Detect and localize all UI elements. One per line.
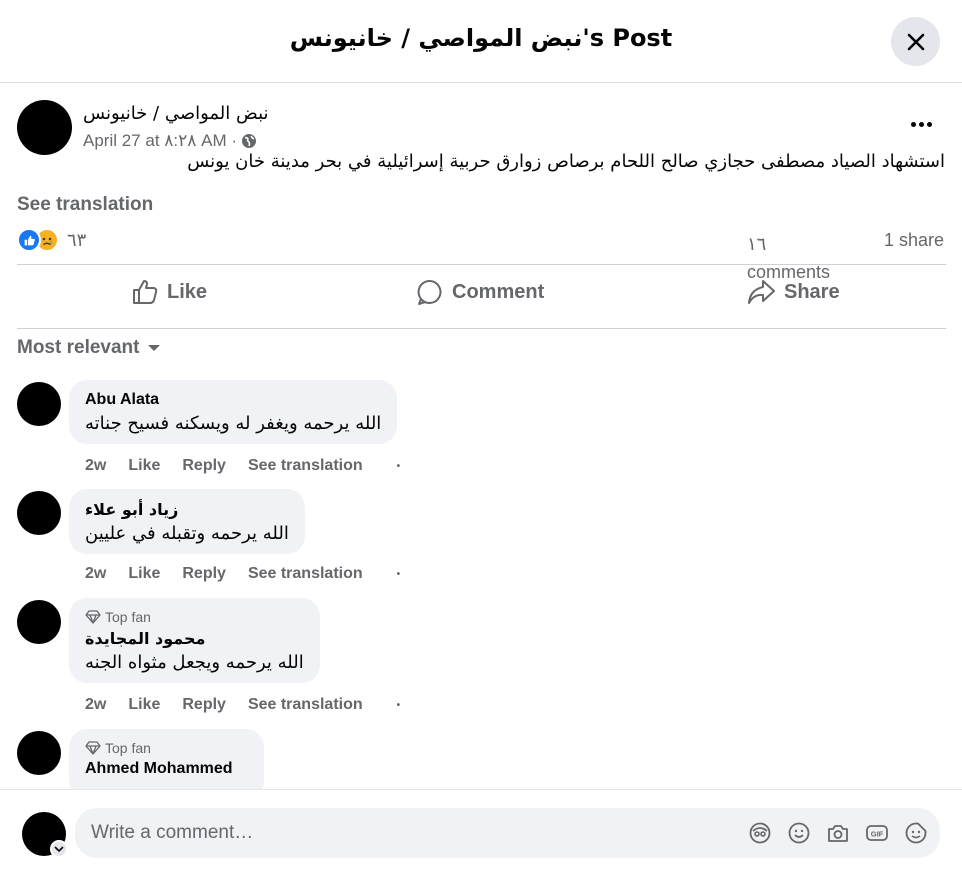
comment-text: الله يرحمه وتقبله في عليين [85,523,289,544]
comment-bubble: زياد أبو علاء الله يرحمه وتقبله في عليين [69,489,305,554]
comment-time[interactable]: 2w [85,565,106,583]
emoji-icon[interactable] [787,821,811,845]
post-text: استشهاد الصياد مصطفى حجازي صالح اللحام ب… [187,151,945,172]
diamond-icon [85,741,101,755]
top-fan-badge: Top fan [85,609,304,625]
comment-author[interactable]: Ahmed Mohammed [85,760,248,778]
svg-text:GIF: GIF [871,830,884,839]
comment-filter-dropdown[interactable]: Most relevant [17,337,161,359]
comment-time[interactable]: 2w [85,696,106,714]
share-icon [748,280,775,304]
separator-dot: • [396,568,401,580]
comment-actions: 2w Like Reply See translation • [85,565,422,583]
share-button[interactable]: Share [746,278,840,306]
comment-actions: 2w Like Reply See translation • [85,457,422,475]
comment-see-translation[interactable]: See translation [248,696,363,714]
comment-reply-button[interactable]: Reply [182,696,226,714]
comment-see-translation[interactable]: See translation [248,565,363,583]
like-button[interactable]: Like [131,278,207,306]
comment-like-button[interactable]: Like [128,457,160,475]
top-fan-badge: Top fan [85,740,248,756]
comment-input-box[interactable]: GIF [75,808,940,858]
comment-time[interactable]: 2w [85,457,106,475]
chevron-down-icon [148,345,161,351]
chevron-down-icon [54,846,64,853]
more-icon [910,121,916,127]
like-label: Like [167,280,208,303]
gif-icon[interactable]: GIF [865,821,889,845]
comment-author[interactable]: Abu Alata [85,391,381,409]
comment-see-translation[interactable]: See translation [248,457,363,475]
post-meta: April 27 at ٨:٢٨ AM · [83,131,257,151]
comment-bubble: Abu Alata الله يرحمه ويغفر له ويسكنه فسي… [69,380,398,444]
sticker-icon[interactable] [904,821,928,845]
like-reaction-icon [17,228,41,252]
comment-author[interactable]: زياد أبو علاء [85,500,289,519]
comment-filter-label: Most relevant [17,337,140,358]
dialog-header: نبض المواصي / خانيونس's Post [0,0,962,83]
camera-icon[interactable] [826,821,850,845]
comment-like-button[interactable]: Like [128,565,160,583]
close-icon [907,33,924,50]
more-options-button[interactable] [905,112,937,136]
comment-bubble: Top fan محمود المجايدة الله يرحمه ويجعل … [69,598,320,683]
comment-input[interactable] [91,820,731,846]
share-label: Share [784,280,840,303]
diamond-icon [85,610,101,624]
post-scroll-area[interactable]: نبض المواصي / خانيونس April 27 at ٨:٢٨ A… [0,84,962,789]
commenter-avatar[interactable] [17,491,61,535]
globe-icon [242,134,256,148]
profile-switch-button[interactable] [50,840,68,858]
comment-author[interactable]: محمود المجايدة [85,629,304,648]
avatar-sticker-icon[interactable] [748,821,772,845]
comment-reply-button[interactable]: Reply [182,565,226,583]
top-fan-label: Top fan [105,609,151,625]
comment-actions: 2w Like Reply See translation • [85,696,422,714]
shares-count[interactable]: 1 share [884,230,944,251]
commenter-avatar[interactable] [17,382,61,426]
top-fan-label: Top fan [105,740,151,756]
separator-dot: • [396,460,401,472]
reactions-summary[interactable]: ٦٣ [17,228,86,252]
dialog-title: نبض المواصي / خانيونس's Post [289,24,673,52]
page-name[interactable]: نبض المواصي / خانيونس [83,103,269,124]
composer-icons: GIF [748,821,928,845]
post-actions: Like Comment Share [17,265,946,329]
comment-like-button[interactable]: Like [128,696,160,714]
thumbs-up-icon [133,280,158,304]
commenter-avatar[interactable] [17,731,61,775]
comment-text: الله يرحمه ويغفر له ويسكنه فسيح جناته [85,413,382,434]
comment-bubble: Top fan Ahmed Mohammed [69,729,264,789]
comment-text: الله يرحمه ويجعل مثواه الجنه [85,652,304,673]
separator-dot: • [396,699,401,711]
reaction-count: ٦٣ [67,229,87,250]
post-timestamp[interactable]: April 27 at ٨:٢٨ AM · [83,131,237,151]
comment-reply-button[interactable]: Reply [182,457,226,475]
commenter-avatar[interactable] [17,600,61,644]
close-button[interactable] [891,17,940,66]
divider [17,328,946,329]
page-avatar[interactable] [17,100,72,155]
comment-label: Comment [452,280,545,303]
comment-composer: GIF [0,789,962,881]
comment-button[interactable]: Comment [416,278,544,306]
comment-icon [417,279,442,305]
post-see-translation[interactable]: See translation [17,194,153,216]
